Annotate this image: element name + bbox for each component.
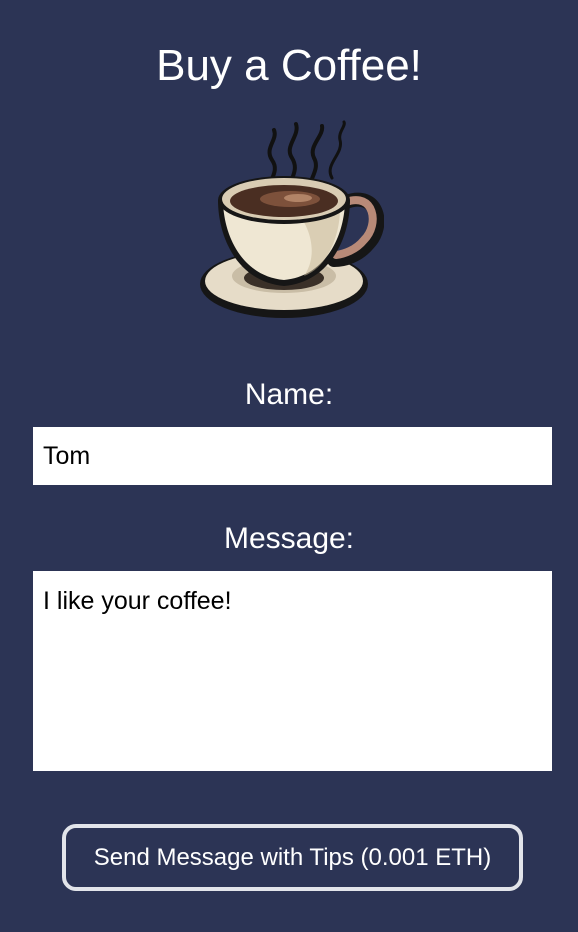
message-label: Message:: [223, 522, 355, 555]
name-input[interactable]: [33, 427, 552, 485]
page-title: Buy a Coffee!: [156, 41, 422, 90]
coffee-cup-icon: [194, 118, 385, 324]
message-input[interactable]: I like your coffee!: [33, 571, 552, 771]
name-label: Name:: [244, 378, 334, 411]
send-message-button[interactable]: Send Message with Tips (0.001 ETH): [62, 824, 523, 891]
